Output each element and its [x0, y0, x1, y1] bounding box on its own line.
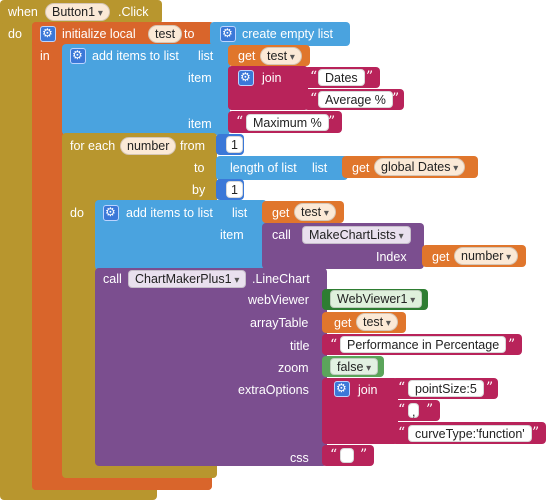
open-quote-icon: “: [398, 425, 406, 441]
close-quote-icon: ”: [366, 69, 374, 85]
from-label: from: [180, 139, 205, 153]
mutator-gear-icon[interactable]: [103, 205, 119, 221]
item-label: item: [188, 117, 212, 131]
close-quote-icon: ”: [360, 447, 368, 463]
text-value-maximum[interactable]: Maximum %: [246, 114, 329, 131]
index-label: Index: [376, 250, 407, 264]
open-quote-icon: “: [310, 91, 318, 107]
webviewer-dropdown[interactable]: WebViewer1: [330, 290, 423, 308]
list-label: list: [312, 161, 328, 175]
method-label: .LineChart: [252, 272, 310, 286]
text-value-title[interactable]: Performance in Percentage: [340, 336, 507, 353]
text-value-comma[interactable]: ,: [408, 403, 420, 419]
title-label: title: [290, 339, 310, 353]
create-empty-list-label: create empty list: [242, 27, 334, 41]
list-label: list: [232, 206, 248, 220]
by-value-field[interactable]: 1: [226, 181, 243, 198]
call-label: call: [272, 228, 291, 242]
open-quote-icon: “: [398, 402, 406, 418]
get-var-dropdown[interactable]: test: [260, 47, 302, 65]
initialize-local-label: initialize local: [62, 27, 136, 41]
get-label: get: [238, 49, 256, 63]
call-label: call: [103, 272, 122, 286]
get-label: get: [432, 250, 450, 264]
get-label: get: [334, 316, 352, 330]
join-label: join: [262, 71, 282, 85]
text-value-pointsize[interactable]: pointSize:5: [408, 380, 484, 397]
open-quote-icon: “: [236, 114, 244, 130]
get-label: get: [272, 206, 290, 220]
get-var-dropdown[interactable]: test: [356, 313, 398, 331]
by-label: by: [192, 183, 206, 197]
mutator-gear-icon[interactable]: [334, 381, 350, 397]
webviewer-label: webViewer: [248, 293, 309, 307]
in-label: in: [40, 49, 50, 63]
do-label: do: [70, 206, 84, 220]
item-label: item: [220, 228, 244, 242]
open-quote-icon: “: [330, 447, 338, 463]
event-name-label: .Click: [118, 5, 149, 19]
component-dropdown[interactable]: ChartMakerPlus1: [128, 270, 247, 288]
do-label: do: [8, 27, 22, 41]
close-quote-icon: ”: [328, 114, 336, 130]
add-items-label: add items to list: [126, 206, 213, 220]
close-quote-icon: ”: [508, 337, 516, 353]
add-items-label: add items to list: [92, 49, 179, 63]
text-value-css[interactable]: [340, 448, 354, 463]
initialize-local-bottom-bar: [32, 480, 212, 490]
item-label: item: [188, 71, 212, 85]
close-quote-icon: ”: [486, 380, 494, 396]
open-quote-icon: “: [310, 69, 318, 85]
procedure-dropdown[interactable]: MakeChartLists: [302, 226, 411, 244]
component-dropdown[interactable]: Button1: [45, 3, 110, 21]
zoom-value-dropdown[interactable]: false: [330, 358, 379, 375]
close-quote-icon: ”: [392, 91, 400, 107]
from-value-field[interactable]: 1: [226, 136, 243, 153]
get-var-dropdown[interactable]: global Dates: [374, 158, 466, 176]
get-var-dropdown[interactable]: number: [454, 247, 519, 265]
text-value-curvetype[interactable]: curveType:'function': [408, 425, 532, 442]
get-label: get: [352, 161, 370, 175]
arraytable-label: arrayTable: [250, 316, 309, 330]
list-label: list: [198, 49, 214, 63]
for-each-label: for each: [70, 139, 116, 153]
length-of-list-label: length of list: [230, 161, 297, 175]
close-quote-icon: ”: [426, 402, 434, 418]
to-label: to: [194, 161, 205, 175]
open-quote-icon: “: [398, 380, 406, 396]
mutator-gear-icon[interactable]: [238, 70, 254, 86]
close-quote-icon: ”: [532, 425, 540, 441]
join-label: join: [358, 383, 378, 397]
text-value-average[interactable]: Average %: [318, 91, 393, 108]
text-value-dates[interactable]: Dates: [318, 69, 365, 86]
zoom-label: zoom: [278, 361, 309, 375]
to-label: to: [184, 27, 195, 41]
css-label: css: [290, 451, 309, 465]
loop-var-field[interactable]: number: [120, 137, 177, 155]
when-label: when: [8, 5, 38, 19]
for-each-bottom-bar: [62, 470, 217, 478]
open-quote-icon: “: [330, 337, 338, 353]
extraoptions-label: extraOptions: [238, 383, 309, 397]
get-var-dropdown[interactable]: test: [294, 203, 336, 221]
mutator-gear-icon[interactable]: [70, 48, 86, 64]
mutator-gear-icon[interactable]: [220, 26, 236, 42]
local-var-name-field[interactable]: test: [148, 25, 183, 43]
mutator-gear-icon[interactable]: [40, 26, 56, 42]
